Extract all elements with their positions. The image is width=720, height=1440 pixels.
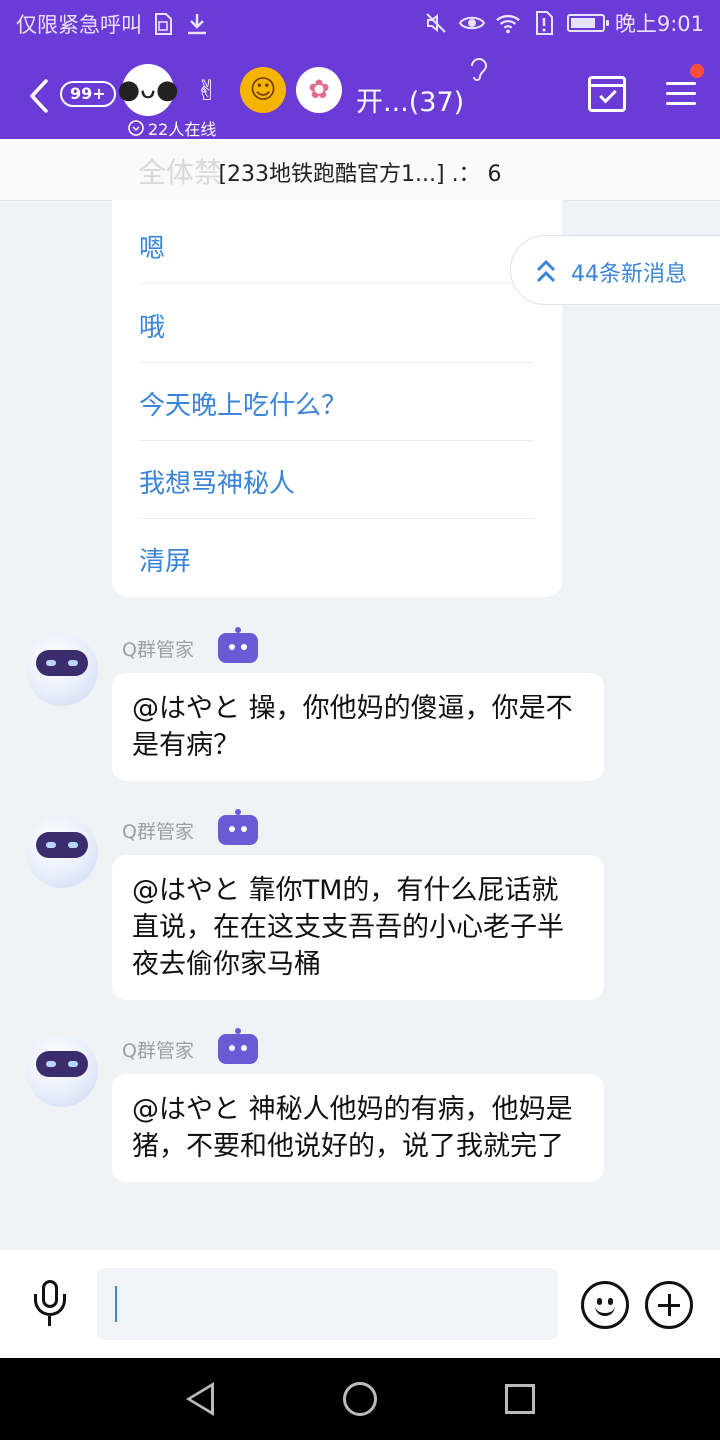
status-bar: 仅限紧急呼叫 晚上9:01 — [0, 0, 720, 50]
microphone-icon[interactable] — [34, 1280, 66, 1330]
bot-avatar[interactable] — [26, 1035, 98, 1107]
back-triangle-icon[interactable] — [186, 1382, 214, 1416]
paw-avatar: ✿ — [296, 67, 342, 113]
girl-avatar: ☺ — [240, 67, 286, 113]
download-icon — [184, 11, 210, 37]
sim-alert-icon — [531, 10, 557, 36]
input-bar — [0, 1250, 720, 1358]
message-bubble[interactable]: @はやと 操，你他妈的傻逼，你是不是有病？ — [112, 673, 604, 781]
text-cursor — [115, 1286, 117, 1322]
pinned-text: [233地铁跑酷官方1...] .： 6 — [218, 162, 502, 187]
message-bubble[interactable]: @はやと 靠你TM的，有什么屁话就直说，在在这支支吾吾的小心老子半夜去偷你家马桶 — [112, 855, 604, 1000]
new-messages-text: 44条新消息 — [571, 262, 687, 287]
plus-icon[interactable] — [645, 1281, 693, 1329]
bot-avatar[interactable] — [26, 816, 98, 888]
divider — [139, 440, 534, 441]
online-count[interactable]: 22人在线 — [128, 116, 216, 140]
divider — [139, 518, 534, 519]
notification-dot — [690, 64, 704, 78]
system-nav-bar — [0, 1358, 720, 1440]
quick-reply-card: 嗯 哦 今天晚上吃什么？ 我想骂神秘人 清屏 — [112, 200, 562, 597]
robot-badge-icon — [218, 1028, 258, 1064]
eye-icon — [458, 10, 485, 36]
robot-badge-icon — [218, 627, 258, 663]
hand-avatar: ✌ — [195, 73, 219, 107]
new-messages-button[interactable]: 44条新消息 — [510, 235, 720, 305]
sim-icon — [150, 11, 176, 37]
wifi-icon — [495, 10, 521, 36]
sender-name[interactable]: Q群管家 — [122, 817, 194, 844]
mute-icon — [423, 10, 449, 36]
back-arrow-icon[interactable] — [26, 78, 52, 114]
rabbit-avatar: ●ᴗ● — [117, 64, 179, 116]
quick-reply-item[interactable]: 嗯 — [139, 228, 534, 265]
quick-reply-item[interactable]: 我想骂神秘人 — [139, 463, 534, 500]
member-avatars[interactable]: ●ᴗ● ✌ ☺ ✿ — [117, 64, 342, 116]
carrier-text: 仅限紧急呼叫 — [16, 13, 142, 37]
robot-badge-icon — [218, 809, 258, 845]
quick-reply-item[interactable]: 哦 — [139, 307, 534, 344]
clock: 晚上9:01 — [614, 12, 704, 36]
battery-icon — [566, 14, 609, 32]
recents-square-icon[interactable] — [505, 1384, 535, 1414]
divider — [139, 362, 534, 363]
message-bubble[interactable]: @はやと 神秘人他妈的有病，他妈是猪，不要和他说好的，说了我就完了 — [112, 1074, 604, 1182]
message-input[interactable] — [97, 1268, 558, 1340]
home-circle-icon[interactable] — [343, 1382, 377, 1416]
menu-icon[interactable] — [666, 82, 696, 106]
group-title[interactable]: 开...(37) — [356, 80, 464, 119]
quick-reply-item[interactable]: 今天晚上吃什么？ — [139, 385, 534, 422]
divider — [139, 283, 534, 284]
ear-icon — [468, 56, 490, 90]
bot-avatar[interactable] — [26, 634, 98, 706]
chevron-down-icon — [128, 120, 144, 136]
sender-name[interactable]: Q群管家 — [122, 1036, 194, 1063]
quick-reply-item[interactable]: 清屏 — [139, 541, 534, 578]
emoji-icon[interactable] — [581, 1281, 629, 1329]
chat-header: 仅限紧急呼叫 晚上9:01 99+ ●ᴗ● ✌ ☺ ✿ 开...(37) 22人… — [0, 0, 720, 139]
sender-name[interactable]: Q群管家 — [122, 635, 194, 662]
double-chevron-up-icon — [536, 259, 556, 283]
pinned-notice[interactable]: 全体禁 [233地铁跑酷官方1...] .： 6 — [0, 139, 720, 201]
calendar-checkin-icon[interactable] — [588, 76, 626, 112]
unread-badge[interactable]: 99+ — [60, 81, 116, 107]
